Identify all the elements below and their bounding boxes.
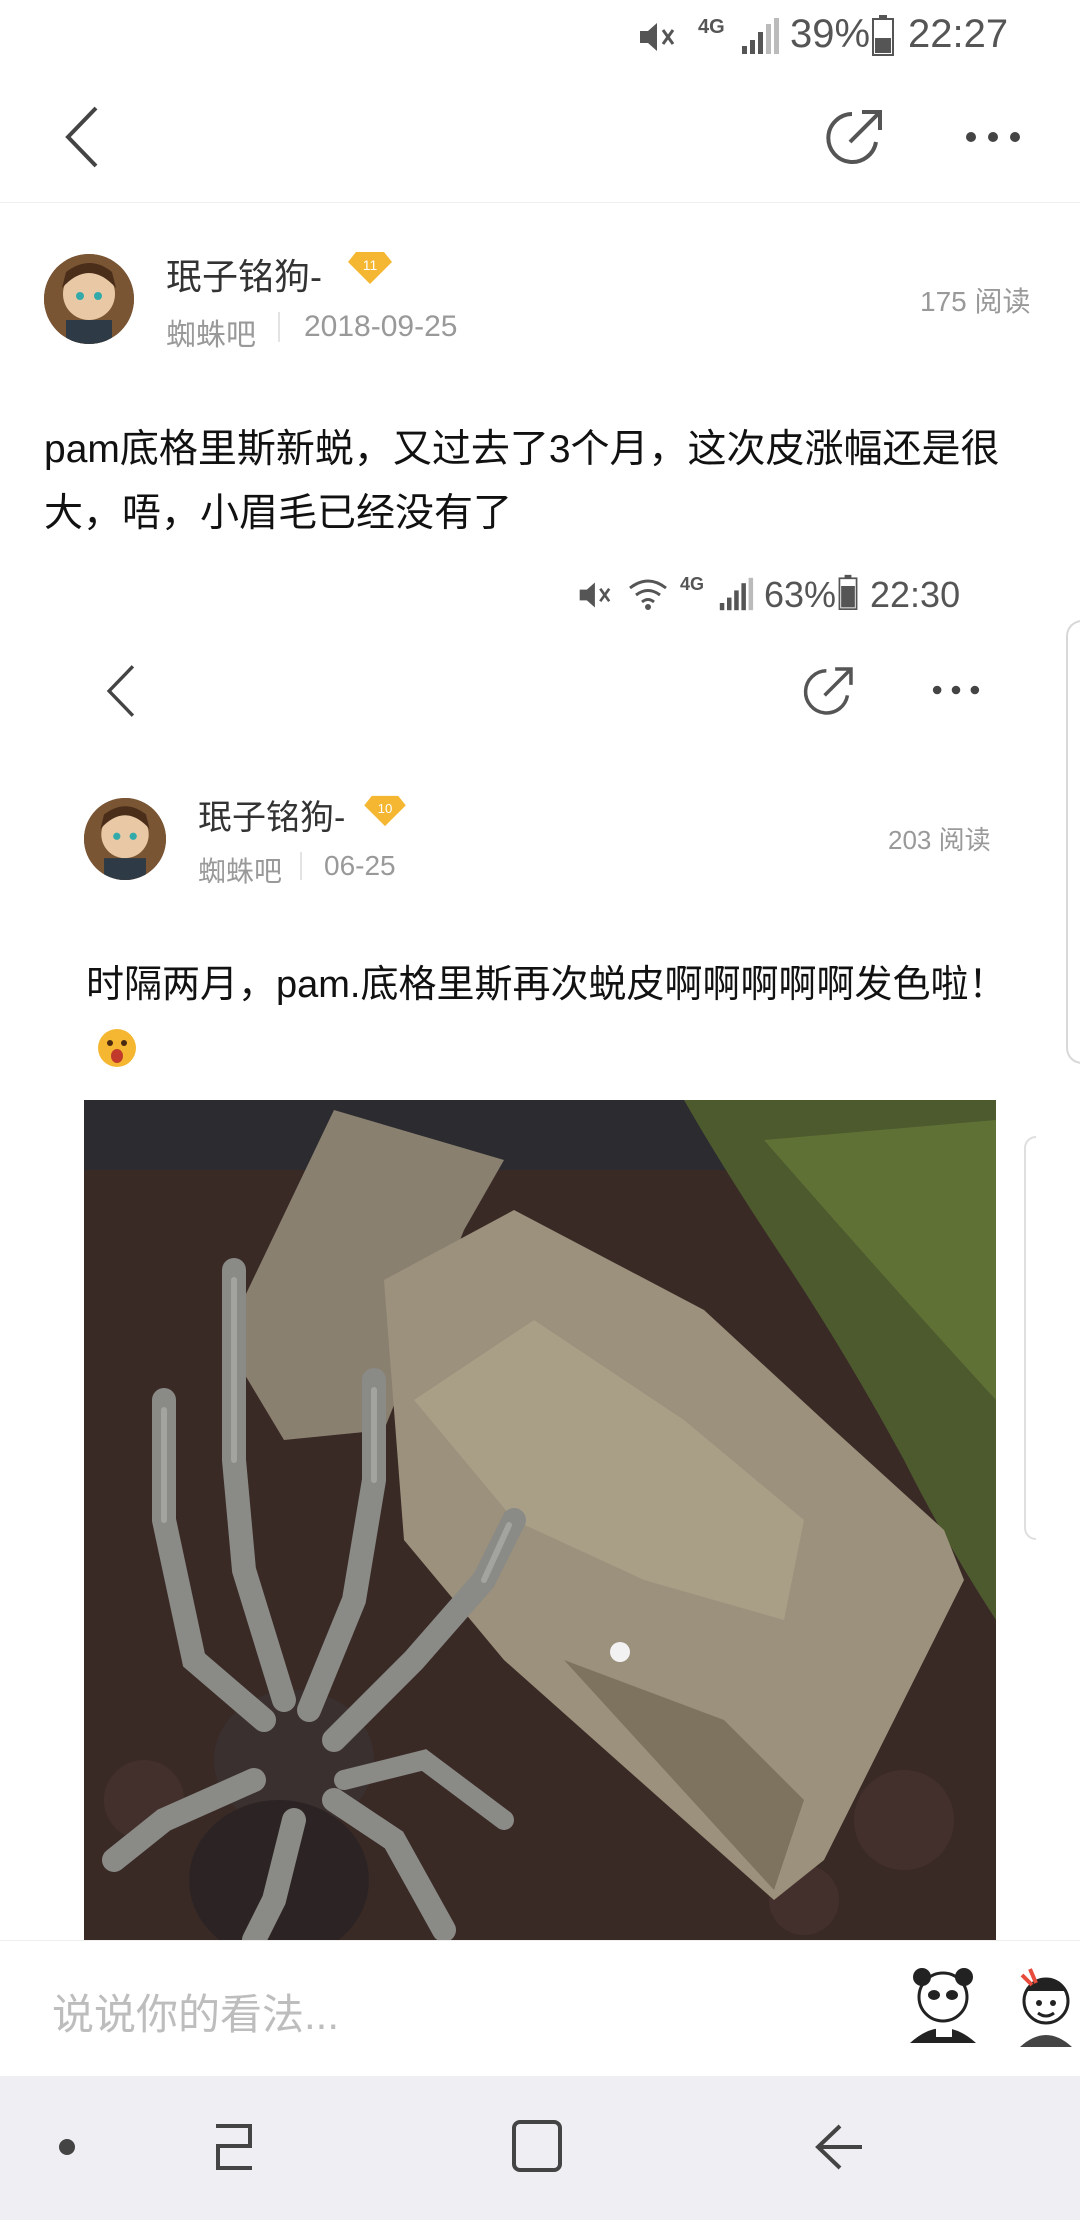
level-number: 11: [363, 257, 378, 273]
shocked-face-emoji-icon: [96, 1022, 138, 1092]
post-content: 时隔两月，pam.底格里斯再次蜕皮啊啊啊啊啊发色啦！: [86, 950, 1016, 1092]
battery-percent: 39%: [790, 12, 871, 56]
recents-icon[interactable]: [208, 2120, 260, 2174]
clock: 22:27: [908, 12, 1009, 56]
more-icon[interactable]: [964, 130, 1022, 144]
back-arrow-icon[interactable]: [62, 104, 102, 170]
post-image-screenshot[interactable]: 4G 63% 22:30 珉子铭狗- 10 蜘蛛吧 06-25 203 阅读 时…: [0, 560, 1080, 1940]
comment-input[interactable]: 说说你的看法...: [52, 1981, 339, 2042]
meme-sticker-icon[interactable]: [1012, 1963, 1080, 2049]
level-badge: 11: [348, 250, 392, 286]
back-arrow-icon: [104, 662, 138, 720]
image-edge-indicator: [1024, 1136, 1036, 1540]
nav-dot-icon[interactable]: [58, 2138, 76, 2156]
meta-divider: [278, 312, 280, 342]
battery-icon: [872, 14, 894, 56]
comment-bar: 说说你的看法...: [0, 1940, 1080, 2077]
mute-icon: [576, 578, 612, 612]
read-count: 175 阅读: [920, 286, 1031, 317]
network-type: 4G: [698, 16, 725, 38]
wifi-icon: [626, 576, 670, 612]
author-name: 珉子铭狗-: [198, 799, 346, 837]
level-badge: 10: [364, 794, 408, 830]
network-type: 4G: [680, 574, 705, 594]
post-date: 2018-09-25: [304, 310, 458, 343]
post-date: 06-25: [324, 850, 396, 881]
post-content-text: 时隔两月，pam.底格里斯再次蜕皮啊啊啊啊啊发色啦！: [86, 964, 1007, 1006]
back-icon[interactable]: [812, 2120, 866, 2174]
author-name[interactable]: 珉子铭狗-: [166, 248, 322, 300]
clock: 22:30: [870, 574, 961, 615]
share-icon[interactable]: [822, 104, 888, 170]
post-content: pam底格里斯新蜕，又过去了3个月，这次皮涨幅还是很大，唔，小眉毛已经没有了: [44, 428, 1000, 535]
battery-percent: 63%: [764, 574, 837, 615]
top-nav: [0, 72, 1080, 203]
mute-icon: [636, 18, 676, 56]
signal-icon: [740, 16, 780, 56]
more-icon: [930, 684, 982, 696]
avatar[interactable]: [44, 254, 134, 344]
home-icon[interactable]: [510, 2118, 564, 2174]
meta-divider: [300, 852, 302, 880]
level-number: 10: [378, 801, 393, 816]
tarantula-photo: [84, 1100, 996, 1940]
system-navigation-bar: [0, 2076, 1080, 2220]
share-icon: [800, 662, 858, 720]
edge-panel-handle[interactable]: [1066, 620, 1080, 1064]
status-bar: 4G 39% 22:27: [0, 0, 1080, 72]
avatar: [84, 798, 166, 880]
signal-icon: [718, 576, 754, 612]
panda-sticker-icon[interactable]: [900, 1963, 986, 2049]
battery-icon: [838, 574, 858, 610]
forum-name: 蜘蛛吧: [198, 856, 283, 887]
read-count: 203 阅读: [888, 825, 991, 855]
forum-name[interactable]: 蜘蛛吧: [166, 310, 256, 354]
